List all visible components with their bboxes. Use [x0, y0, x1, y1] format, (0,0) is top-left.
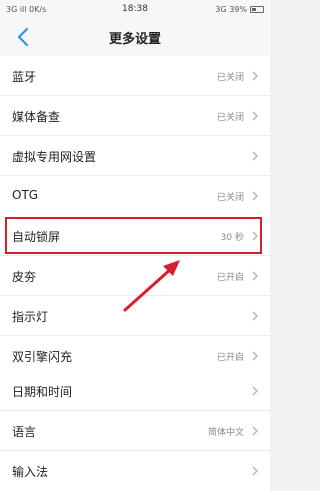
chevron-right-icon	[252, 71, 258, 81]
chevron-right-icon	[252, 351, 258, 361]
setting-label: OTG	[12, 188, 39, 202]
setting-row-input-method[interactable]: 输入法	[0, 451, 270, 491]
chevron-right-icon	[252, 311, 258, 321]
network-status-text: 3G ill 0K/s	[6, 4, 47, 14]
setting-row-skin[interactable]: 皮夯 已开启	[0, 256, 270, 296]
setting-value: 已开启	[216, 353, 244, 363]
setting-row-dual-engine-charge[interactable]: 双引擎闪充 已开启	[0, 336, 270, 376]
setting-label: 媒体备查	[12, 110, 61, 124]
chevron-right-icon	[252, 466, 258, 476]
setting-value: 已开启	[216, 273, 244, 283]
setting-row-otg[interactable]: OTG 已关闭	[0, 176, 270, 216]
battery-text: 3G 39%	[215, 4, 247, 14]
setting-label: 指示灯	[12, 310, 49, 324]
setting-row-bluetooth[interactable]: 蓝牙 已关闭	[0, 56, 270, 96]
settings-group-display: 自动锁屏 30 秒 皮夯 已开启 指示灯 双引擎闪充 已开启	[0, 216, 270, 376]
setting-value: 已关闭	[216, 73, 244, 83]
back-button[interactable]	[8, 22, 38, 52]
setting-row-media[interactable]: 媒体备查 已关闭	[0, 96, 270, 136]
title-bar: 更多设置	[0, 18, 270, 57]
chevron-left-icon	[18, 28, 28, 46]
setting-row-auto-lock[interactable]: 自动锁屏 30 秒	[0, 216, 270, 256]
setting-label: 虚拟专用网设置	[12, 150, 97, 164]
status-bar-right: 3G 39%	[215, 5, 264, 14]
setting-label: 皮夯	[12, 270, 37, 284]
page-title: 更多设置	[108, 32, 161, 47]
status-bar: 3G ill 0K/s 18:38 3G 39%	[0, 0, 270, 18]
chevron-right-icon	[252, 191, 258, 201]
setting-row-vpn[interactable]: 虚拟专用网设置	[0, 136, 270, 176]
chevron-right-icon	[252, 151, 258, 161]
setting-value: 已关闭	[216, 113, 244, 123]
settings-group-connectivity: 蓝牙 已关闭 媒体备查 已关闭 虚拟专用网设置 OTG 已关闭	[0, 56, 270, 216]
battery-icon	[250, 5, 264, 13]
setting-row-indicator-light[interactable]: 指示灯	[0, 296, 270, 336]
chevron-right-icon	[252, 426, 258, 436]
setting-row-language[interactable]: 语言 简体中文	[0, 411, 270, 451]
chevron-right-icon	[252, 386, 258, 396]
settings-group-system: 日期和时间 语言 简体中文 输入法	[0, 371, 270, 491]
setting-value: 30 秒	[220, 233, 244, 243]
chevron-right-icon	[252, 231, 258, 241]
chevron-right-icon	[252, 111, 258, 121]
setting-value: 简体中文	[207, 428, 244, 438]
setting-label: 输入法	[12, 465, 49, 479]
setting-label: 双引擎闪充	[12, 350, 73, 364]
setting-label: 语言	[12, 425, 37, 439]
setting-value: 已关闭	[216, 193, 244, 203]
status-bar-left: 3G ill 0K/s	[6, 5, 46, 14]
setting-label: 自动锁屏	[12, 230, 61, 244]
setting-label: 日期和时间	[12, 385, 73, 399]
setting-label: 蓝牙	[12, 70, 37, 84]
chevron-right-icon	[252, 271, 258, 281]
setting-row-date-time[interactable]: 日期和时间	[0, 371, 270, 411]
